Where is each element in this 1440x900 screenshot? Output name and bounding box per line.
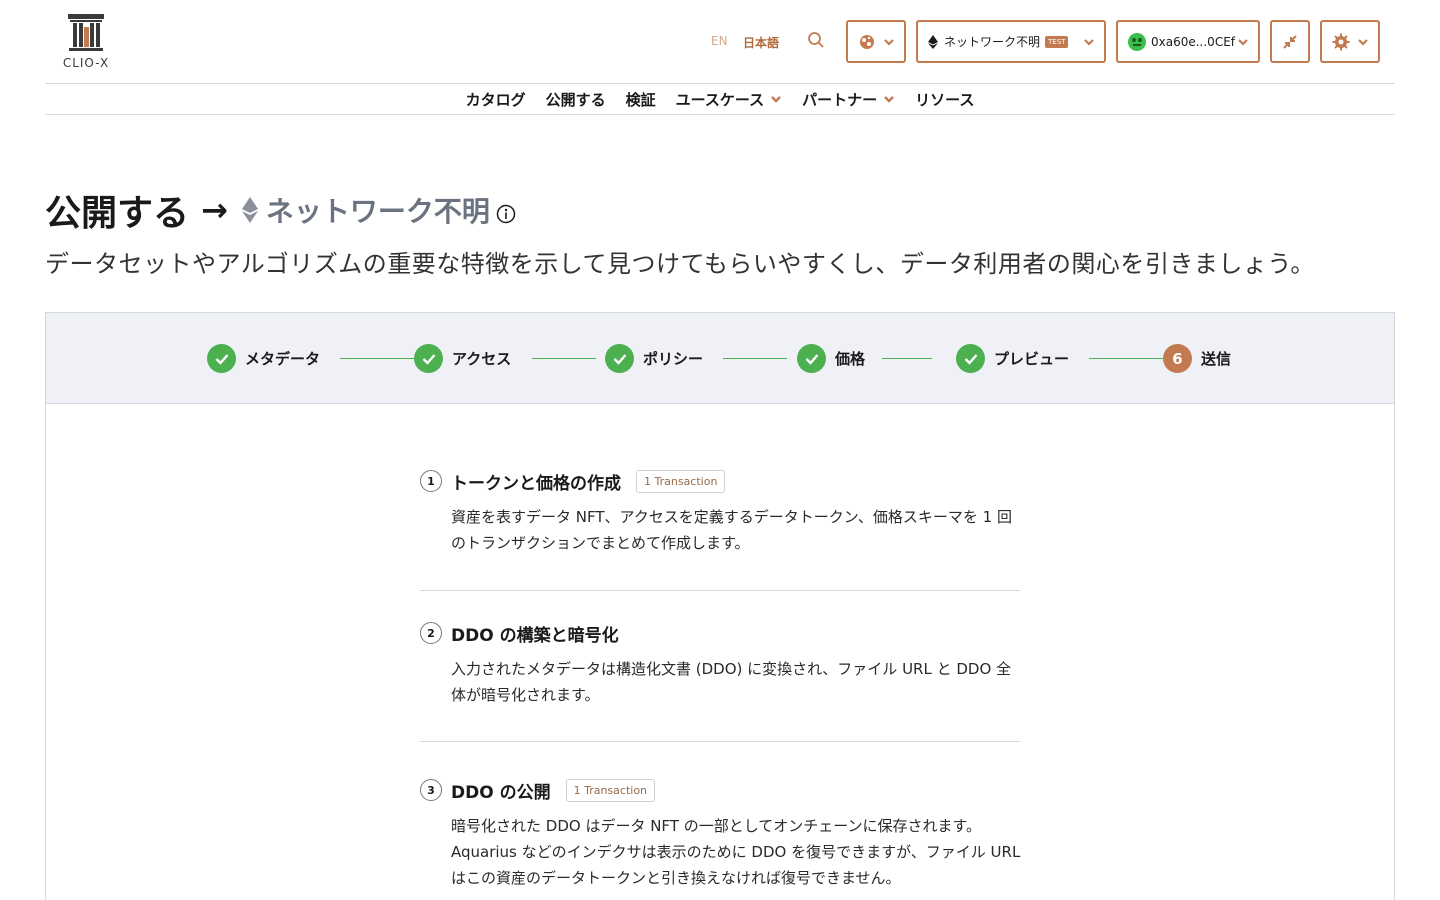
tx-title: トークンと価格の作成: [451, 473, 621, 494]
nav-item-label: ユースケース: [675, 90, 765, 109]
tx-description: 入力されたメタデータは構造化文書 (DDO) に変換され、ファイル URL と …: [451, 660, 1012, 704]
step-connector: [882, 358, 932, 359]
step-number: 6: [1163, 344, 1192, 373]
tx-description: 資産を表すデータ NFT、アクセスを定義するデータトークン、価格スキーマを 1 …: [451, 508, 1012, 552]
logo[interactable]: CLIO-X: [60, 12, 112, 70]
chevron-down-icon: [1084, 39, 1094, 46]
divider: [420, 741, 1020, 742]
transaction-item: 3 DDO の公開 1 Transaction 暗号化された DDO はデータ …: [420, 775, 1020, 891]
tx-number: 2: [420, 622, 442, 644]
nav-item-use-cases[interactable]: ユースケース: [666, 89, 793, 110]
nav-item-label: パートナー: [802, 90, 878, 109]
step-label: 価格: [835, 350, 866, 368]
nav-item-label: リソース: [915, 90, 975, 109]
transaction-item: 2 DDO の構築と暗号化 入力されたメタデータは構造化文書 (DDO) に変換…: [420, 618, 1020, 708]
nav-item-label: 公開する: [545, 90, 606, 109]
step-connector: [723, 358, 787, 359]
chevron-down-icon: [771, 96, 781, 103]
compact-view-button[interactable]: [1270, 20, 1310, 63]
check-icon: [414, 344, 443, 373]
step-access[interactable]: アクセス: [414, 344, 511, 373]
tx-badge: 1 Transaction: [636, 469, 726, 493]
step-pricing[interactable]: 価格: [797, 344, 865, 373]
nav-item-publish[interactable]: 公開する: [536, 89, 616, 110]
tx-number: 1: [420, 470, 442, 492]
page-title: 公開する: [45, 193, 190, 234]
step-connector: [1089, 358, 1163, 359]
publish-card: メタデータ アクセス ポリシー 価格 プレビュー 6 送信 1 トークンと価格の…: [45, 312, 1395, 900]
step-metadata[interactable]: メタデータ: [207, 344, 320, 373]
info-icon[interactable]: [496, 204, 516, 224]
network-selector-button[interactable]: [846, 20, 906, 63]
title-arrow: →: [201, 191, 228, 229]
tx-number: 3: [420, 779, 442, 801]
tx-title: DDO の構築と暗号化: [451, 625, 619, 646]
search-button[interactable]: [807, 31, 827, 51]
step-label: 送信: [1201, 350, 1232, 368]
settings-button[interactable]: [1320, 20, 1380, 63]
step-preview[interactable]: プレビュー: [956, 344, 1069, 373]
step-label: ポリシー: [643, 350, 704, 368]
nav-item-catalog[interactable]: カタログ: [456, 89, 536, 110]
compress-icon: [1283, 34, 1297, 49]
network-label: ネットワーク不明: [944, 35, 1041, 49]
test-badge: TEST: [1045, 35, 1069, 48]
page-title-row: 公開する → ネットワーク不明: [45, 186, 516, 234]
avatar-icon: [1128, 32, 1146, 51]
header: CLIO-X EN 日本語 ネットワーク不明 TEST 0xa60e...0CE…: [45, 0, 1395, 84]
chevron-down-icon: [884, 39, 894, 46]
stepper: メタデータ アクセス ポリシー 価格 プレビュー 6 送信: [46, 313, 1394, 404]
search-icon: [808, 32, 824, 48]
chevron-down-icon: [884, 96, 895, 103]
divider: [420, 590, 1020, 591]
tx-badge: 1 Transaction: [565, 778, 656, 802]
chevron-down-icon: [1238, 39, 1248, 46]
title-network: ネットワーク不明: [265, 195, 490, 228]
tx-title: DDO の公開: [451, 782, 551, 803]
gear-icon: [1332, 33, 1350, 50]
check-icon: [207, 344, 236, 373]
pillar-logo-icon: [68, 14, 104, 51]
ethereum-icon: [241, 197, 258, 223]
step-label: メタデータ: [245, 350, 321, 368]
nav-item-label: 検証: [625, 90, 656, 109]
lang-en-link[interactable]: EN: [711, 34, 728, 48]
network-dropdown-button[interactable]: ネットワーク不明 TEST: [916, 20, 1106, 63]
check-icon: [605, 344, 634, 373]
wallet-button[interactable]: 0xa60e...0CEf: [1116, 20, 1260, 63]
check-icon: [797, 344, 826, 373]
step-label: プレビュー: [994, 350, 1070, 368]
nav-item-label: カタログ: [465, 90, 526, 109]
nav-item-verify[interactable]: 検証: [616, 89, 666, 110]
chevron-down-icon: [1358, 39, 1368, 46]
step-policy[interactable]: ポリシー: [605, 344, 703, 373]
step-connector: [532, 358, 596, 359]
wallet-address: 0xa60e...0CEf: [1151, 34, 1236, 49]
network-globe-icon: [860, 34, 874, 49]
nav-item-partners[interactable]: パートナー: [792, 89, 905, 110]
tx-description: 暗号化された DDO はデータ NFT の一部としてオンチェーンに保存されます。…: [451, 817, 1021, 887]
step-submit[interactable]: 6 送信: [1163, 344, 1231, 373]
check-icon: [956, 344, 985, 373]
nav-item-resources[interactable]: リソース: [905, 89, 984, 110]
page-subtitle: データセットやアルゴリズムの重要な特徴を示して見つけてもらいやすくし、データ利用…: [45, 250, 1315, 278]
logo-text: CLIO-X: [62, 56, 110, 70]
ethereum-icon: [928, 34, 938, 49]
main-nav: カタログ 公開する 検証 ユースケース パートナー リソース: [45, 84, 1395, 115]
transaction-item: 1 トークンと価格の作成 1 Transaction 資産を表すデータ NFT、…: [420, 466, 1020, 556]
lang-ja-link[interactable]: 日本語: [743, 34, 779, 51]
step-label: アクセス: [452, 350, 512, 368]
step-connector: [340, 358, 414, 359]
